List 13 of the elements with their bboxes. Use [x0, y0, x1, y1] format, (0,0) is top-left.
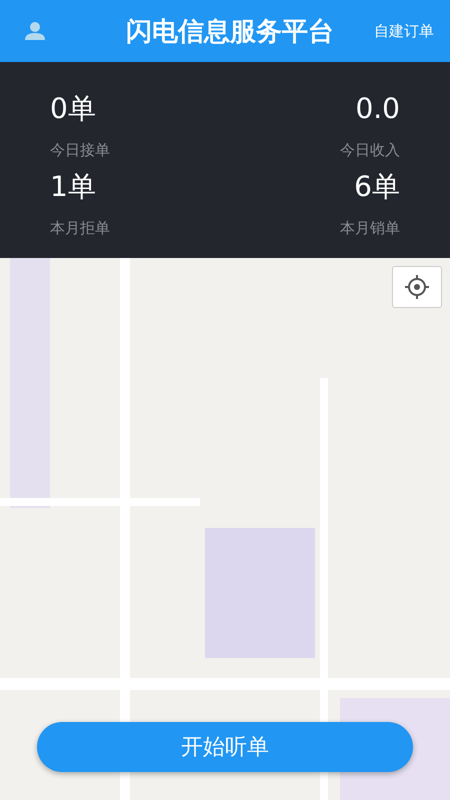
stat-label: 本月拒单	[50, 218, 111, 238]
create-order-button[interactable]: 自建订单	[374, 18, 434, 44]
stat-value: 0单	[50, 92, 97, 126]
app-title: 闪电信息服务平台	[125, 16, 335, 48]
start-listening-button[interactable]: 开始听单	[37, 722, 413, 772]
stat-label: 本月销单	[340, 218, 400, 238]
stat-label: 今日接单	[50, 140, 111, 160]
locate-button[interactable]	[392, 266, 442, 308]
locate-icon	[404, 274, 430, 300]
stat-label: 今日收入	[340, 140, 400, 160]
stat-value: 0.0	[355, 92, 400, 126]
stat-value: 6单	[354, 170, 400, 204]
stat-value: 1单	[50, 170, 97, 204]
